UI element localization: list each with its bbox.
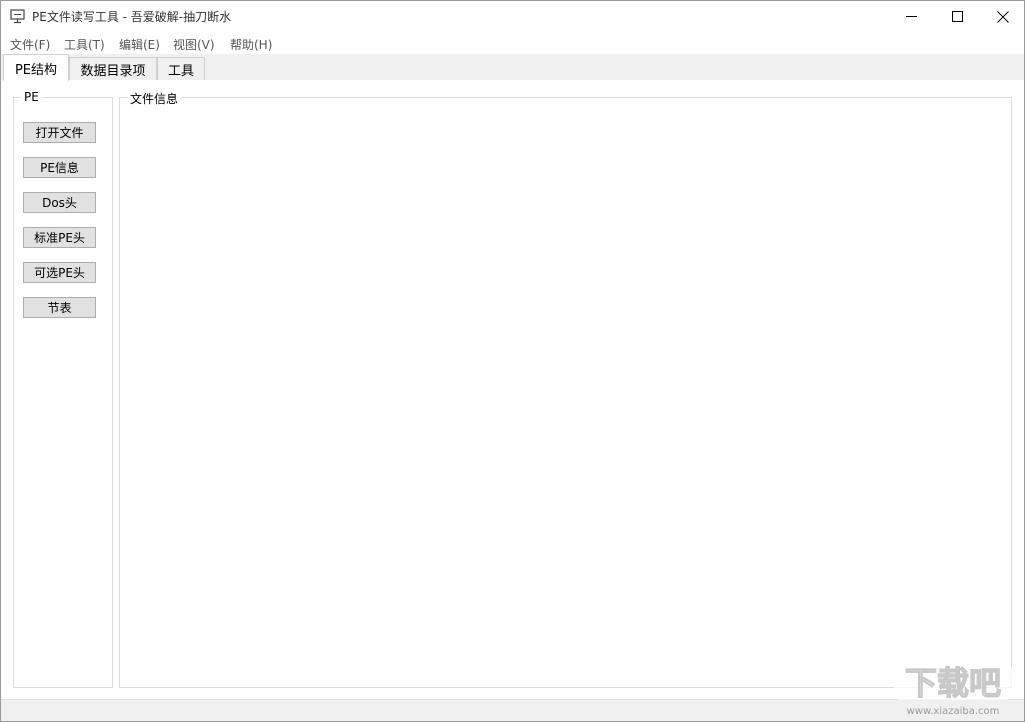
svg-text:下载吧: 下载吧	[905, 664, 1001, 702]
tab-data-directory[interactable]: 数据目录项	[69, 57, 157, 80]
tab-tools[interactable]: 工具	[157, 57, 205, 80]
status-bar	[1, 699, 1024, 721]
window-title: PE文件读写工具 - 吾爱破解-抽刀断水	[32, 10, 232, 24]
maximize-button[interactable]	[934, 1, 980, 32]
tab-strip: PE结构 数据目录项 工具	[1, 54, 1024, 81]
pe-info-button[interactable]: PE信息	[23, 157, 96, 178]
minimize-button[interactable]	[888, 1, 934, 32]
optional-pe-header-button[interactable]: 可选PE头	[23, 262, 96, 283]
menu-edit[interactable]: 编辑(E)	[119, 36, 160, 53]
menu-view[interactable]: 视图(V)	[173, 36, 215, 53]
minimize-icon	[905, 16, 917, 17]
monitor-icon	[10, 9, 25, 24]
tab-content: PE 打开文件 PE信息 Dos头 标准PE头 可选PE头 节表 文件信息	[1, 80, 1024, 699]
menu-file[interactable]: 文件(F)	[10, 36, 50, 53]
file-info-title: 文件信息	[127, 90, 182, 107]
pe-group: PE	[13, 90, 113, 688]
pe-group-title: PE	[21, 90, 42, 104]
app-window: PE文件读写工具 - 吾爱破解-抽刀断水 文件(F) 工具(T) 编辑(E) 视…	[0, 0, 1025, 722]
menu-bar: 文件(F) 工具(T) 编辑(E) 视图(V) 帮助(H)	[1, 32, 1024, 54]
dos-header-button[interactable]: Dos头	[23, 192, 96, 213]
menu-help[interactable]: 帮助(H)	[230, 36, 272, 53]
menu-tools[interactable]: 工具(T)	[64, 36, 105, 53]
close-icon	[997, 10, 1009, 23]
svg-text:www.xiazaiba.com: www.xiazaiba.com	[907, 706, 1000, 717]
tab-pe-structure[interactable]: PE结构	[3, 54, 69, 81]
standard-pe-header-button[interactable]: 标准PE头	[23, 227, 96, 248]
watermark-logo: 下载吧 www.xiazaiba.com	[894, 663, 1012, 717]
close-button[interactable]	[980, 1, 1025, 32]
open-file-button[interactable]: 打开文件	[23, 122, 96, 143]
section-table-button[interactable]: 节表	[23, 297, 96, 318]
maximize-icon	[951, 11, 963, 22]
file-info-group: 文件信息	[119, 90, 1012, 688]
title-bar: PE文件读写工具 - 吾爱破解-抽刀断水	[1, 1, 1024, 32]
